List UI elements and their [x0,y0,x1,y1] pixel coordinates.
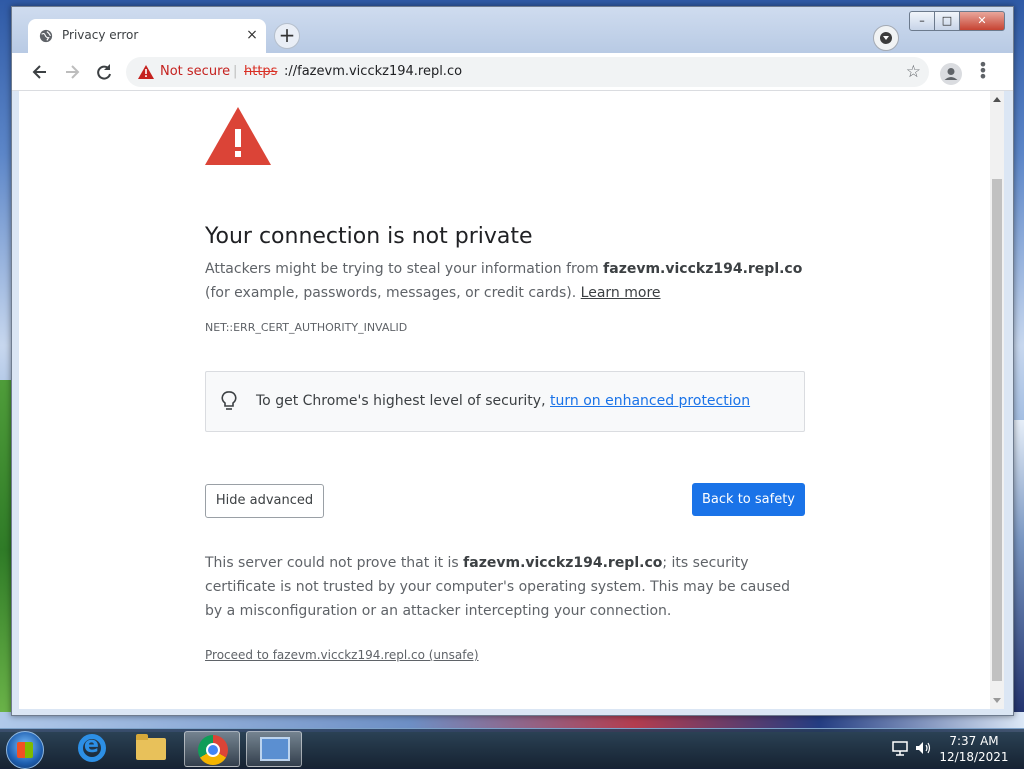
back-arrow-icon[interactable] [29,61,51,83]
new-tab-button[interactable]: + [274,23,300,49]
page-title: Your connection is not private [205,223,533,249]
address-bar[interactable]: Not secure | https ://fazevm.vicckz194.r… [126,57,929,87]
star-icon[interactable]: ☆ [906,62,921,82]
tab-close-icon[interactable]: × [244,27,260,43]
profile-avatar[interactable] [940,63,962,85]
para1-prefix: Attackers might be trying to steal your … [205,261,604,277]
url-scheme: https [244,64,278,79]
page-content: Your connection is not private Attackers… [19,91,997,709]
not-secure-label[interactable]: Not secure [160,64,230,79]
security-box-text: To get Chrome's highest level of securit… [256,393,750,409]
forward-arrow-icon[interactable] [61,61,83,83]
para1-host: fazevm.vicckz194.repl.co [603,261,803,277]
minimize-button[interactable]: – [909,11,935,31]
scroll-up-icon[interactable] [993,97,1001,102]
hide-advanced-button[interactable]: Hide advanced [205,484,324,518]
warning-triangle-icon [205,107,271,165]
taskbar: 7:37 AM 12/18/2021 [0,728,1024,769]
tab-privacy-error[interactable]: Privacy error × [28,19,266,53]
system-clock[interactable]: 7:37 AM 12/18/2021 [938,733,1010,765]
tab-title: Privacy error [62,28,139,42]
para2-host: fazevm.vicckz194.repl.co [463,555,663,571]
para2-prefix: This server could not prove that it is [205,555,464,571]
para1-suffix: (for example, passwords, messages, or cr… [205,285,581,301]
learn-more-link[interactable]: Learn more [581,285,661,301]
taskbar-remote-desktop[interactable] [246,731,302,767]
warning-description: Attackers might be trying to steal your … [205,257,805,305]
scroll-down-icon[interactable] [993,698,1001,703]
globe-icon [39,29,53,43]
clock-date: 12/18/2021 [939,750,1009,764]
lightbulb-icon [221,391,237,410]
taskbar-chrome[interactable] [184,731,240,767]
title-bar: Privacy error × + – □ ✕ [12,7,1013,53]
chrome-icon [198,735,228,765]
reload-icon[interactable] [93,61,115,83]
volume-icon[interactable] [914,740,932,756]
address-separator: | [233,64,238,79]
warning-icon[interactable] [138,65,154,79]
url-host: ://fazevm.vicckz194.repl.co [284,64,463,79]
browser-window: Privacy error × + – □ ✕ Not secure | htt… [11,6,1014,716]
start-button[interactable] [6,731,44,769]
enhanced-protection-link[interactable]: turn on enhanced protection [550,393,750,409]
error-code: NET::ERR_CERT_AUTHORITY_INVALID [205,321,408,334]
taskbar-internet-explorer[interactable] [62,731,118,767]
back-to-safety-button[interactable]: Back to safety [692,483,805,516]
scroll-thumb[interactable] [992,179,1002,681]
security-box-prefix: To get Chrome's highest level of securit… [256,393,550,409]
enhanced-protection-box: To get Chrome's highest level of securit… [205,371,805,432]
internet-explorer-icon [78,733,106,762]
folder-icon [136,734,166,760]
remote-desktop-icon [260,737,290,761]
vertical-scrollbar[interactable] [990,91,1004,709]
browser-toolbar: Not secure | https ://fazevm.vicckz194.r… [12,53,1013,91]
proceed-unsafe-link[interactable]: Proceed to fazevm.vicckz194.repl.co (uns… [205,648,479,662]
taskbar-file-explorer[interactable] [122,731,178,767]
chevron-down-icon [880,32,892,44]
person-icon [944,68,958,80]
network-icon[interactable] [892,740,908,756]
close-window-button[interactable]: ✕ [959,11,1005,31]
tab-search-button[interactable] [873,25,899,51]
clock-time: 7:37 AM [949,734,999,748]
more-menu-icon[interactable]: • • • [978,57,988,85]
maximize-button[interactable]: □ [934,11,960,31]
advanced-details: This server could not prove that it is f… [205,551,805,623]
